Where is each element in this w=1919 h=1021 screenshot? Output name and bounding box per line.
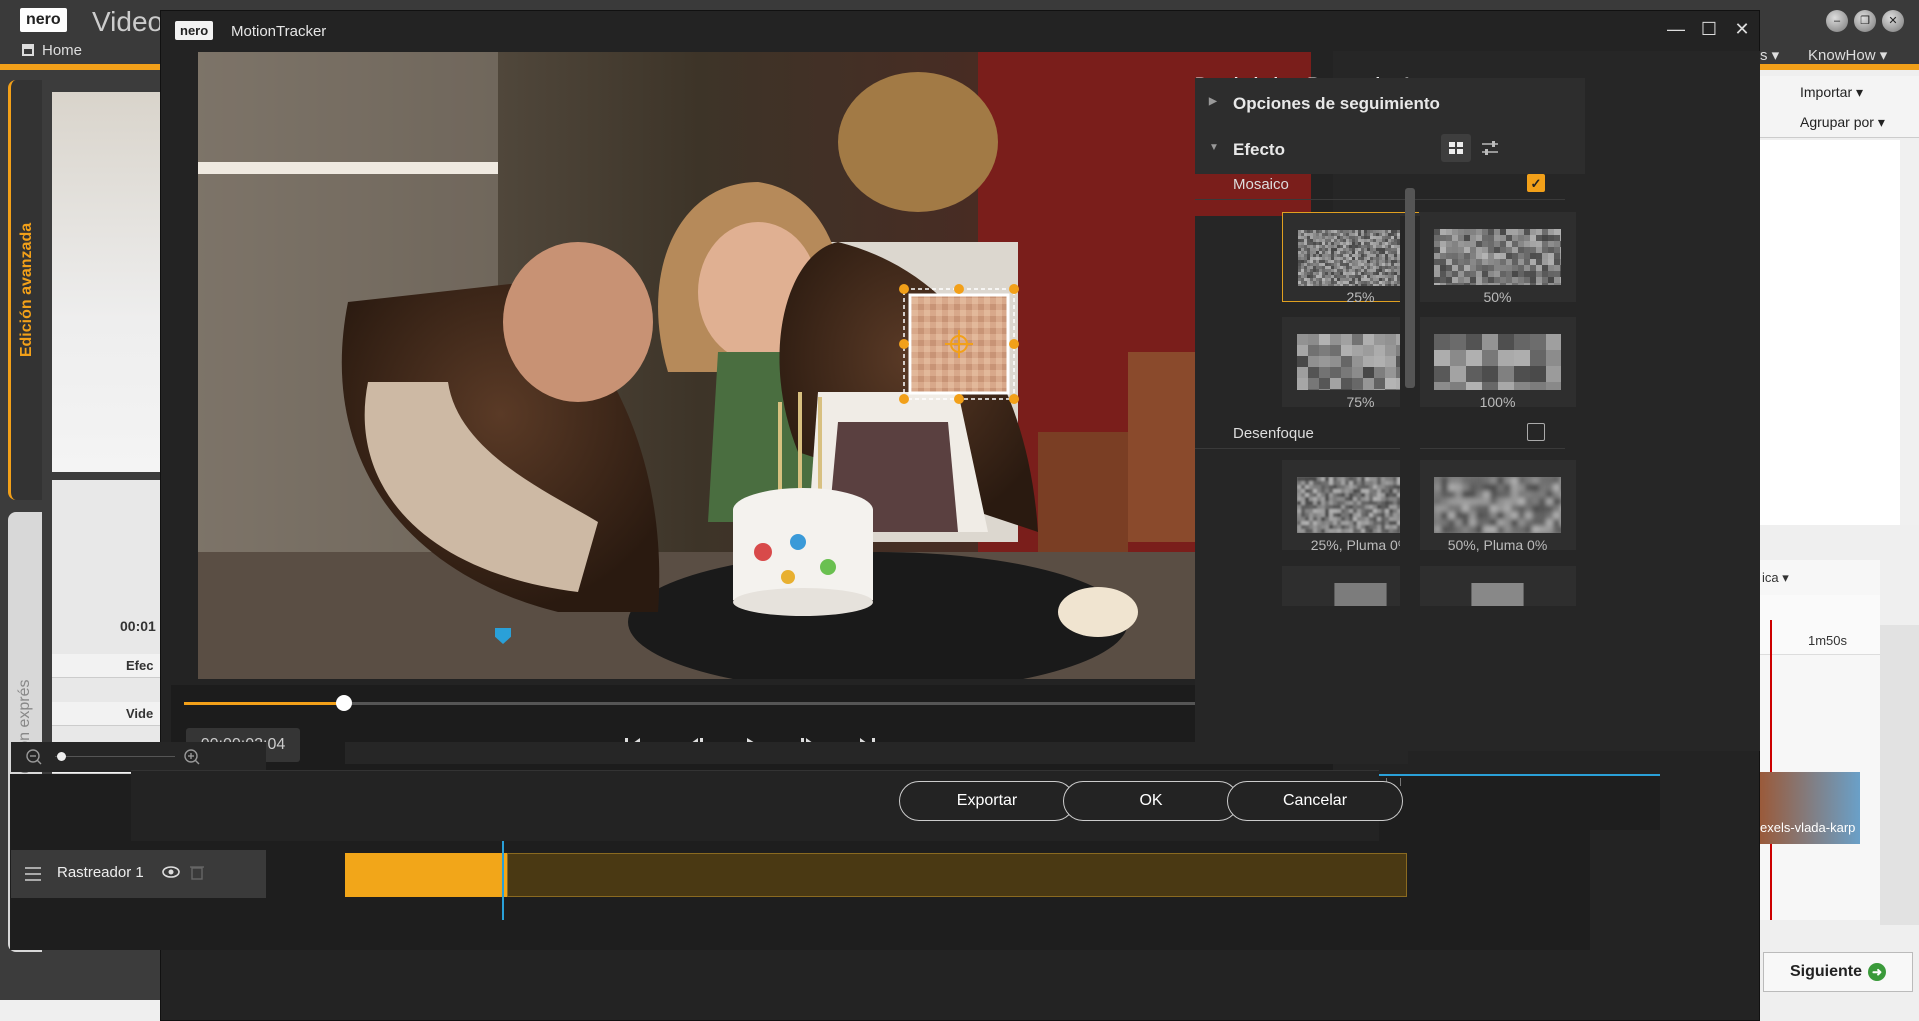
background-playhead[interactable]	[1770, 620, 1772, 920]
motiontracker-dialog: nero MotionTracker — ☐ ✕	[160, 10, 1760, 1021]
background-media-list	[1760, 140, 1900, 525]
background-right-toolbar: Importar ▾ Agrupar por ▾	[1760, 76, 1919, 138]
restore-icon[interactable]: ❐	[1854, 10, 1876, 32]
background-timecode: 00:01	[120, 618, 156, 634]
background-ruler: 1m50s	[1760, 595, 1880, 655]
dialog-title: MotionTracker	[231, 23, 327, 40]
background-track-row: Audi	[52, 750, 160, 774]
tab-express-editing[interactable]: Edición exprés	[8, 512, 42, 952]
transport-area	[171, 685, 1333, 775]
import-button[interactable]: Importar ▾	[1800, 84, 1863, 101]
group-by-button[interactable]: Agrupar por ▾	[1800, 114, 1885, 131]
home-button[interactable]: Home	[22, 42, 82, 59]
nero-logo: nero	[20, 8, 67, 32]
home-icon	[22, 44, 34, 56]
music-dropdown[interactable]: ica ▾	[1762, 570, 1789, 586]
background-preview	[52, 92, 160, 472]
next-button[interactable]: Siguiente ➜	[1763, 952, 1913, 992]
maximize-icon[interactable]: ☐	[1694, 19, 1724, 40]
arrow-right-icon: ➜	[1868, 963, 1886, 981]
app-title: Video	[92, 6, 164, 37]
background-track-row: Narr	[52, 898, 160, 922]
background-edit-tools	[1880, 625, 1919, 925]
tab-advanced-editing[interactable]: Edición avanzada	[8, 80, 42, 500]
background-track-row: Vide	[52, 800, 160, 824]
background-track-row: Vide	[52, 702, 160, 726]
minimize-icon[interactable]: –	[1826, 10, 1848, 32]
background-scrollbar[interactable]	[1900, 140, 1919, 525]
video-frame-illustration	[198, 52, 1311, 679]
background-track-row: Audi	[52, 846, 160, 870]
menu-partial[interactable]: s ▾	[1760, 46, 1779, 64]
nero-logo: nero	[175, 21, 214, 40]
dialog-titlebar: nero MotionTracker — ☐ ✕	[161, 11, 1759, 51]
knowhow-menu[interactable]: KnowHow ▾	[1808, 46, 1887, 64]
background-track-row: Mus	[52, 872, 160, 896]
minimize-icon[interactable]: —	[1661, 19, 1691, 40]
video-preview[interactable]	[198, 52, 1311, 679]
background-window-controls: – ❐ ✕	[1826, 10, 1904, 32]
ruler-label: 1m50s	[1808, 633, 1848, 648]
background-track-row: Efec	[52, 654, 160, 678]
close-icon[interactable]: ✕	[1882, 10, 1904, 32]
close-icon[interactable]: ✕	[1727, 19, 1757, 40]
background-video-clip[interactable]: exels-vlada-karp	[1760, 772, 1860, 844]
